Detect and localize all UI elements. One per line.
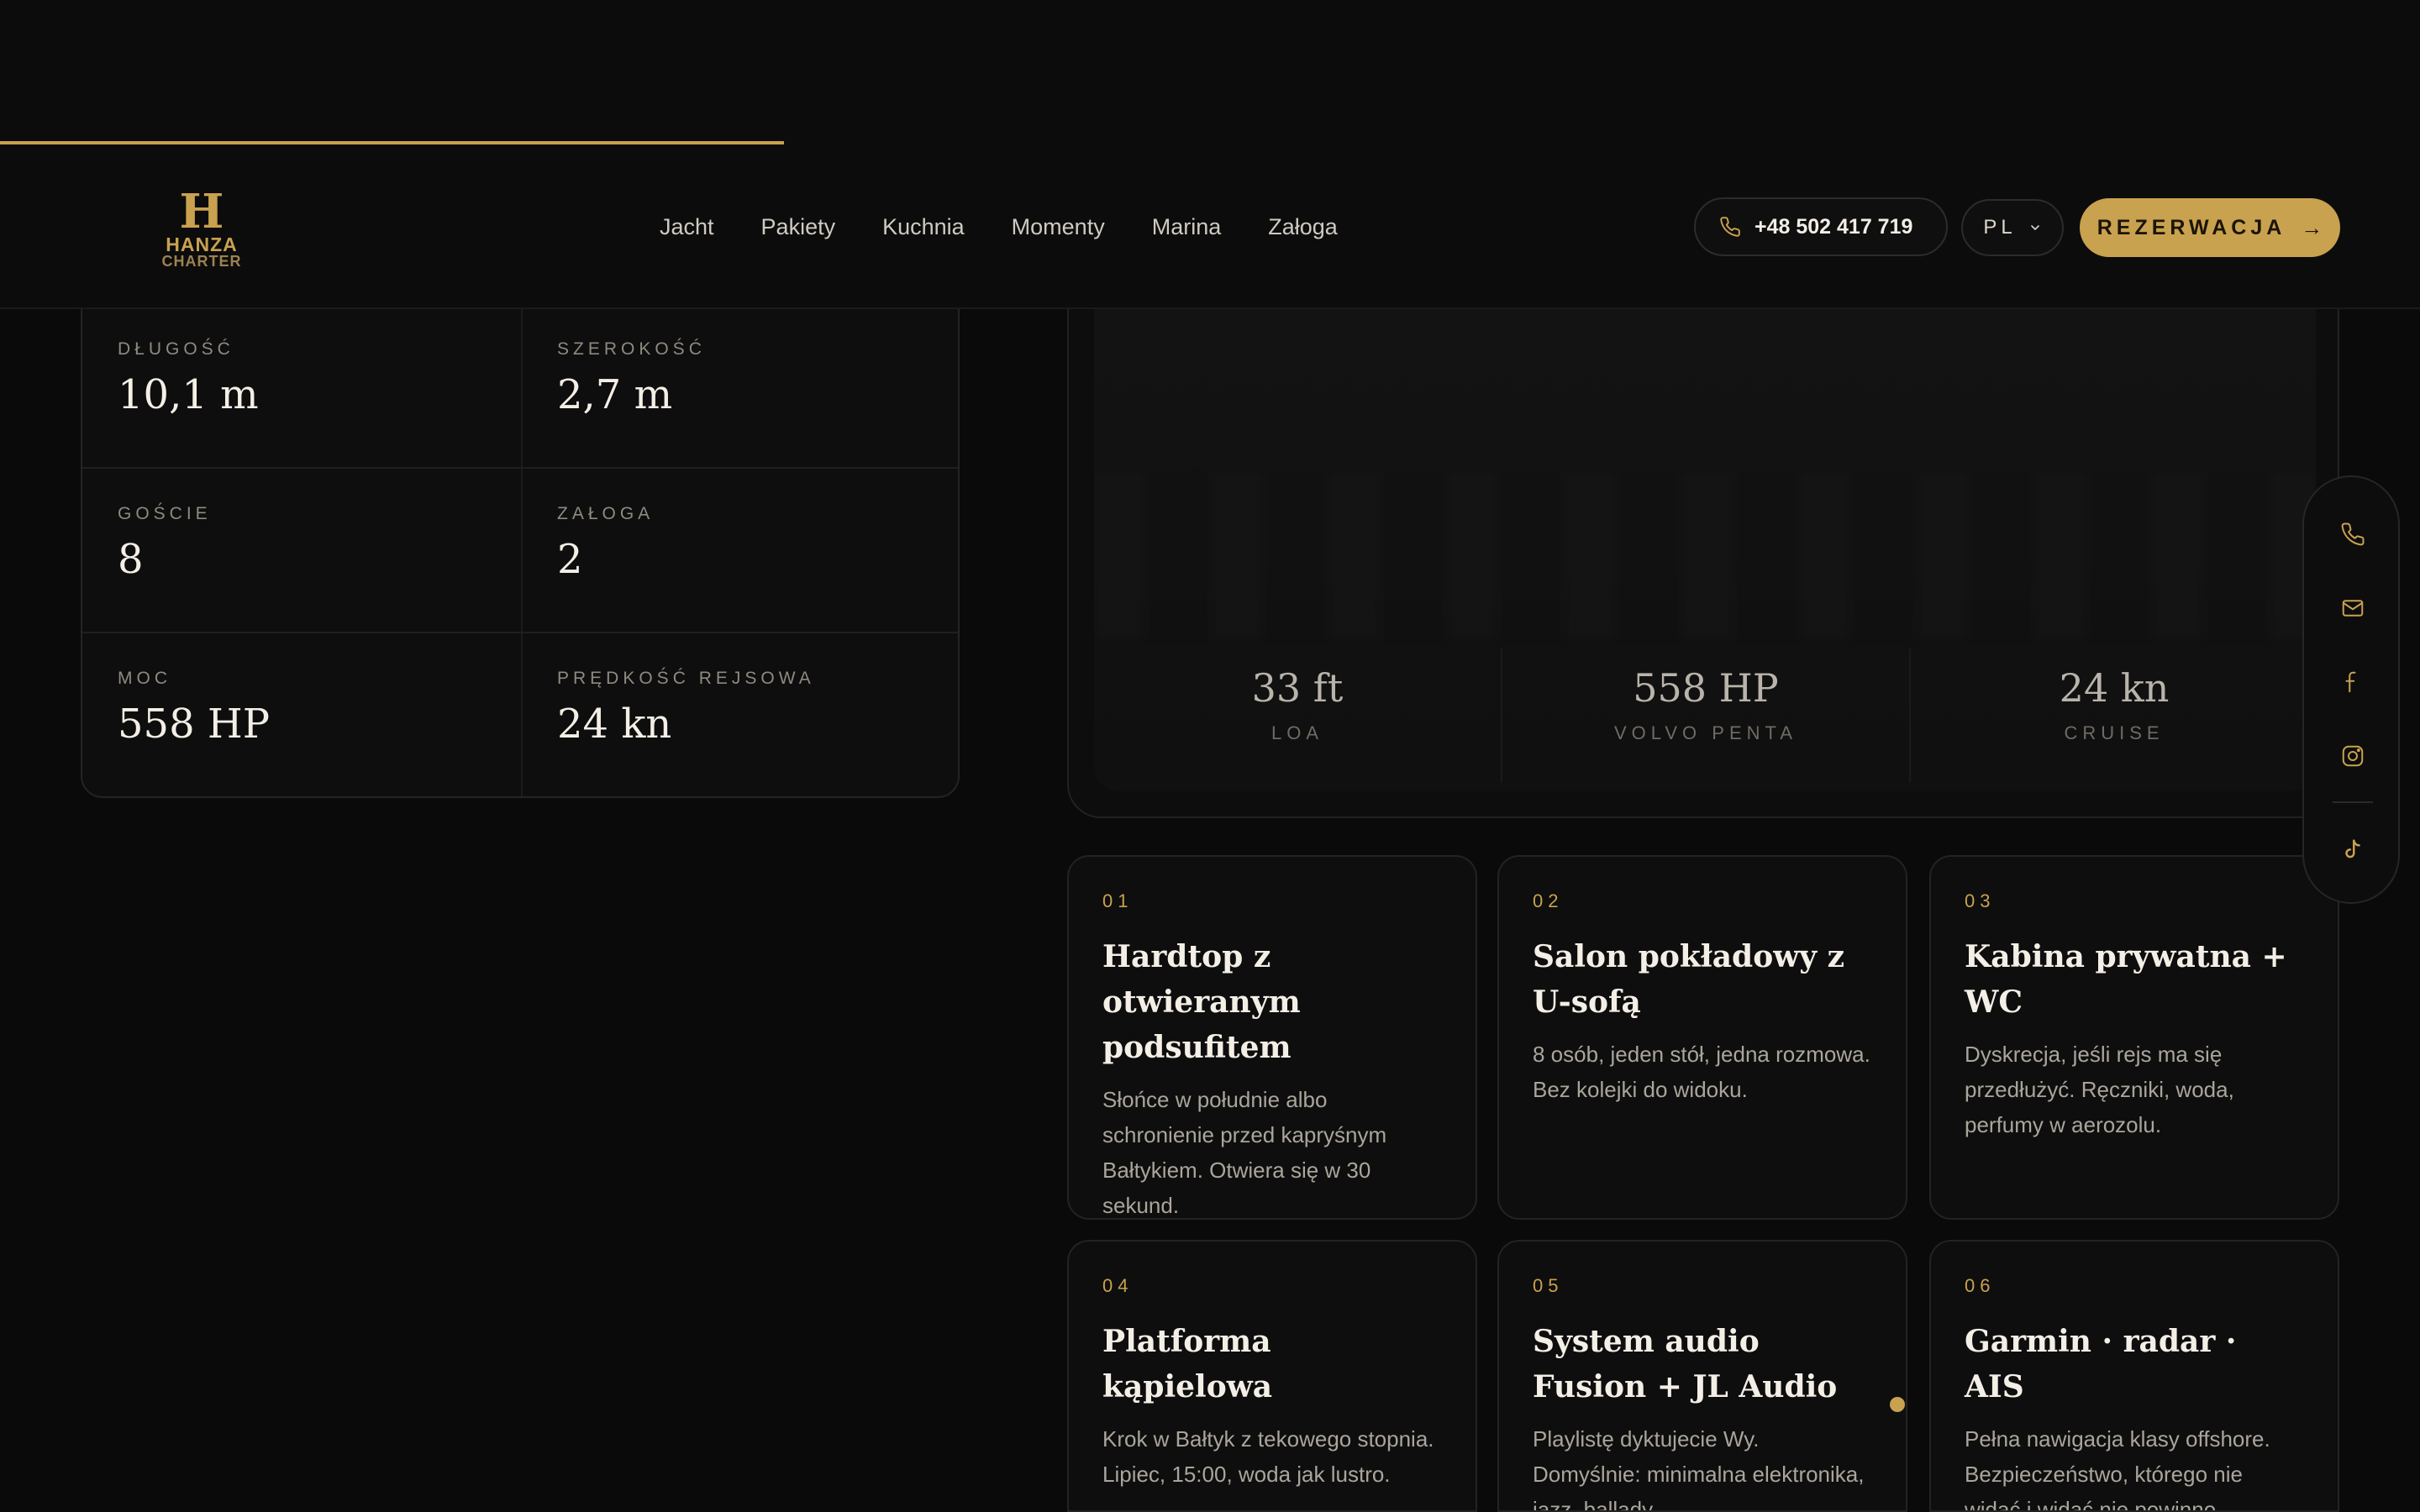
spec-value: 8	[118, 536, 144, 583]
mail-icon	[2342, 600, 2364, 617]
yacht-image-panel: 33 ft LOA 558 HP VOLVO PENTA 24 kn CRUIS…	[1067, 252, 2339, 818]
spec-label: PRĘDKOŚĆ REJSOWA	[557, 669, 815, 688]
social-facebook-link[interactable]	[2333, 662, 2373, 702]
hero-stat-engine: 558 HP VOLVO PENTA	[1502, 665, 1909, 783]
image-haze	[1094, 472, 2316, 640]
feature-title: System audio Fusion + JL Audio	[1533, 1324, 1838, 1404]
nav-pakiety[interactable]: Pakiety	[761, 205, 836, 249]
feature-description: Playlistę dyktujecie Wy. Domyślnie: mini…	[1533, 1426, 1865, 1512]
facebook-icon	[2345, 671, 2356, 693]
logo[interactable]: H HANZA CHARTER	[158, 188, 245, 269]
language-value: PL	[1983, 216, 2017, 239]
hero-stat-value: 24 kn	[2059, 665, 2170, 711]
scroll-indicator-dot	[1890, 1397, 1905, 1412]
logo-line1: HANZA	[166, 234, 238, 255]
feature-card: 03 Kabina prywatna + WC Dyskrecja, jeśli…	[1929, 855, 2339, 1220]
instagram-icon	[2342, 745, 2364, 767]
social-mail-link[interactable]	[2333, 588, 2373, 628]
feature-card: 01 Hardtop z otwieranym podsufitem Słońc…	[1067, 855, 1477, 1220]
hero-stat-cruise: 24 kn CRUISE	[1911, 665, 2316, 783]
spec-value: 2,7 m	[557, 371, 673, 418]
feature-number: 01	[1102, 890, 1134, 911]
social-phone-link[interactable]	[2333, 514, 2373, 554]
feature-card: 04 Platforma kąpielowa Krok w Bałtyk z t…	[1067, 1240, 1477, 1512]
site-header: H HANZA CHARTER Jacht Pakiety Kuchnia Mo…	[0, 0, 2420, 309]
spec-label: MOC	[118, 669, 171, 688]
tiktok-icon	[2345, 839, 2360, 858]
feature-title: Hardtop z otwieranym podsufitem	[1102, 939, 1301, 1065]
spec-cruise-speed: PRĘDKOŚĆ REJSOWA 24 kn	[522, 633, 958, 796]
reservation-button[interactable]: REZERWACJA →	[2080, 198, 2340, 257]
feature-title: Garmin · radar · AIS	[1965, 1324, 2237, 1404]
spec-label: GOŚCIE	[118, 504, 212, 523]
feature-title: Platforma kąpielowa	[1102, 1324, 1273, 1404]
reservation-label: REZERWACJA	[2096, 215, 2286, 239]
yacht-image: 33 ft LOA 558 HP VOLVO PENTA 24 kn CRUIS…	[1094, 254, 2316, 791]
scroll-progress-bar	[0, 141, 784, 144]
feature-card: 05 System audio Fusion + JL Audio Playli…	[1497, 1240, 1907, 1512]
phone-icon	[2341, 522, 2365, 546]
social-divider	[2333, 801, 2373, 803]
spec-label: ZAŁOGA	[557, 504, 655, 523]
nav-momenty[interactable]: Momenty	[1012, 205, 1105, 249]
phone-icon	[1720, 217, 1740, 237]
feature-description: Pełna nawigacja klasy offshore. Bezpiecz…	[1965, 1426, 2270, 1512]
feature-number: 03	[1965, 890, 1996, 911]
feature-card: 02 Salon pokładowy z U-sofą 8 osób, jede…	[1497, 855, 1907, 1220]
hero-stat-loa: 33 ft LOA	[1094, 665, 1501, 783]
feature-card: 06 Garmin · radar · AIS Pełna nawigacja …	[1929, 1240, 2339, 1512]
language-select[interactable]: PL	[1961, 199, 2064, 256]
nav-zaloga[interactable]: Załoga	[1268, 205, 1338, 249]
hero-stat-caption: CRUISE	[2064, 722, 2165, 743]
phone-number: +48 502 417 719	[1754, 214, 1913, 239]
feature-title: Kabina prywatna + WC	[1965, 939, 2287, 1020]
nav-kuchnia[interactable]: Kuchnia	[882, 205, 965, 249]
spec-length: DŁUGOŚĆ 10,1 m	[82, 287, 522, 452]
spec-value: 24 kn	[557, 701, 672, 748]
feature-title: Salon pokładowy z U-sofą	[1533, 939, 1845, 1020]
spec-power: MOC 558 HP	[82, 633, 522, 796]
arrow-right-icon: →	[2301, 214, 2323, 240]
spec-label: SZEROKOŚĆ	[557, 339, 706, 359]
social-instagram-link[interactable]	[2333, 736, 2373, 776]
main-nav: Jacht Pakiety Kuchnia Momenty Marina Zał…	[660, 205, 1338, 249]
spec-value: 558 HP	[118, 701, 271, 748]
feature-description: 8 osób, jeden stół, jedna rozmowa. Bez k…	[1533, 1042, 1870, 1102]
phone-button[interactable]: +48 502 417 719	[1694, 197, 1948, 256]
feature-number: 02	[1533, 890, 1564, 911]
nav-marina[interactable]: Marina	[1152, 205, 1222, 249]
spec-crew: ZAŁOGA 2	[522, 469, 958, 633]
feature-number: 05	[1533, 1275, 1564, 1296]
feature-number: 06	[1965, 1275, 1996, 1296]
spec-width: SZEROKOŚĆ 2,7 m	[522, 287, 958, 452]
hero-stat-value: 558 HP	[1633, 665, 1779, 711]
logo-mark-icon: H	[179, 184, 224, 239]
logo-line2: CHARTER	[161, 253, 242, 270]
spec-value: 2	[557, 536, 583, 583]
social-sidebar	[2302, 475, 2400, 904]
hero-stat-value: 33 ft	[1251, 665, 1344, 711]
feature-description: Słońce w południe albo schronienie przed…	[1102, 1087, 1387, 1218]
hero-stat-caption: LOA	[1270, 722, 1324, 743]
social-tiktok-link[interactable]	[2333, 830, 2373, 870]
chevron-down-icon	[2030, 225, 2039, 231]
nav-jacht[interactable]: Jacht	[660, 205, 714, 249]
feature-description: Dyskrecja, jeśli rejs ma się przedłużyć.…	[1965, 1042, 2234, 1137]
spec-value: 10,1 m	[118, 371, 259, 418]
hero-stat-caption: VOLVO PENTA	[1613, 722, 1797, 743]
spec-table: DŁUGOŚĆ 10,1 m SZEROKOŚĆ 2,7 m GOŚCIE 8 …	[81, 286, 960, 798]
spec-guests: GOŚCIE 8	[82, 469, 522, 633]
feature-description: Krok w Bałtyk z tekowego stopnia. Lipiec…	[1102, 1426, 1434, 1487]
spec-label: DŁUGOŚĆ	[118, 339, 234, 359]
feature-number: 04	[1102, 1275, 1134, 1296]
